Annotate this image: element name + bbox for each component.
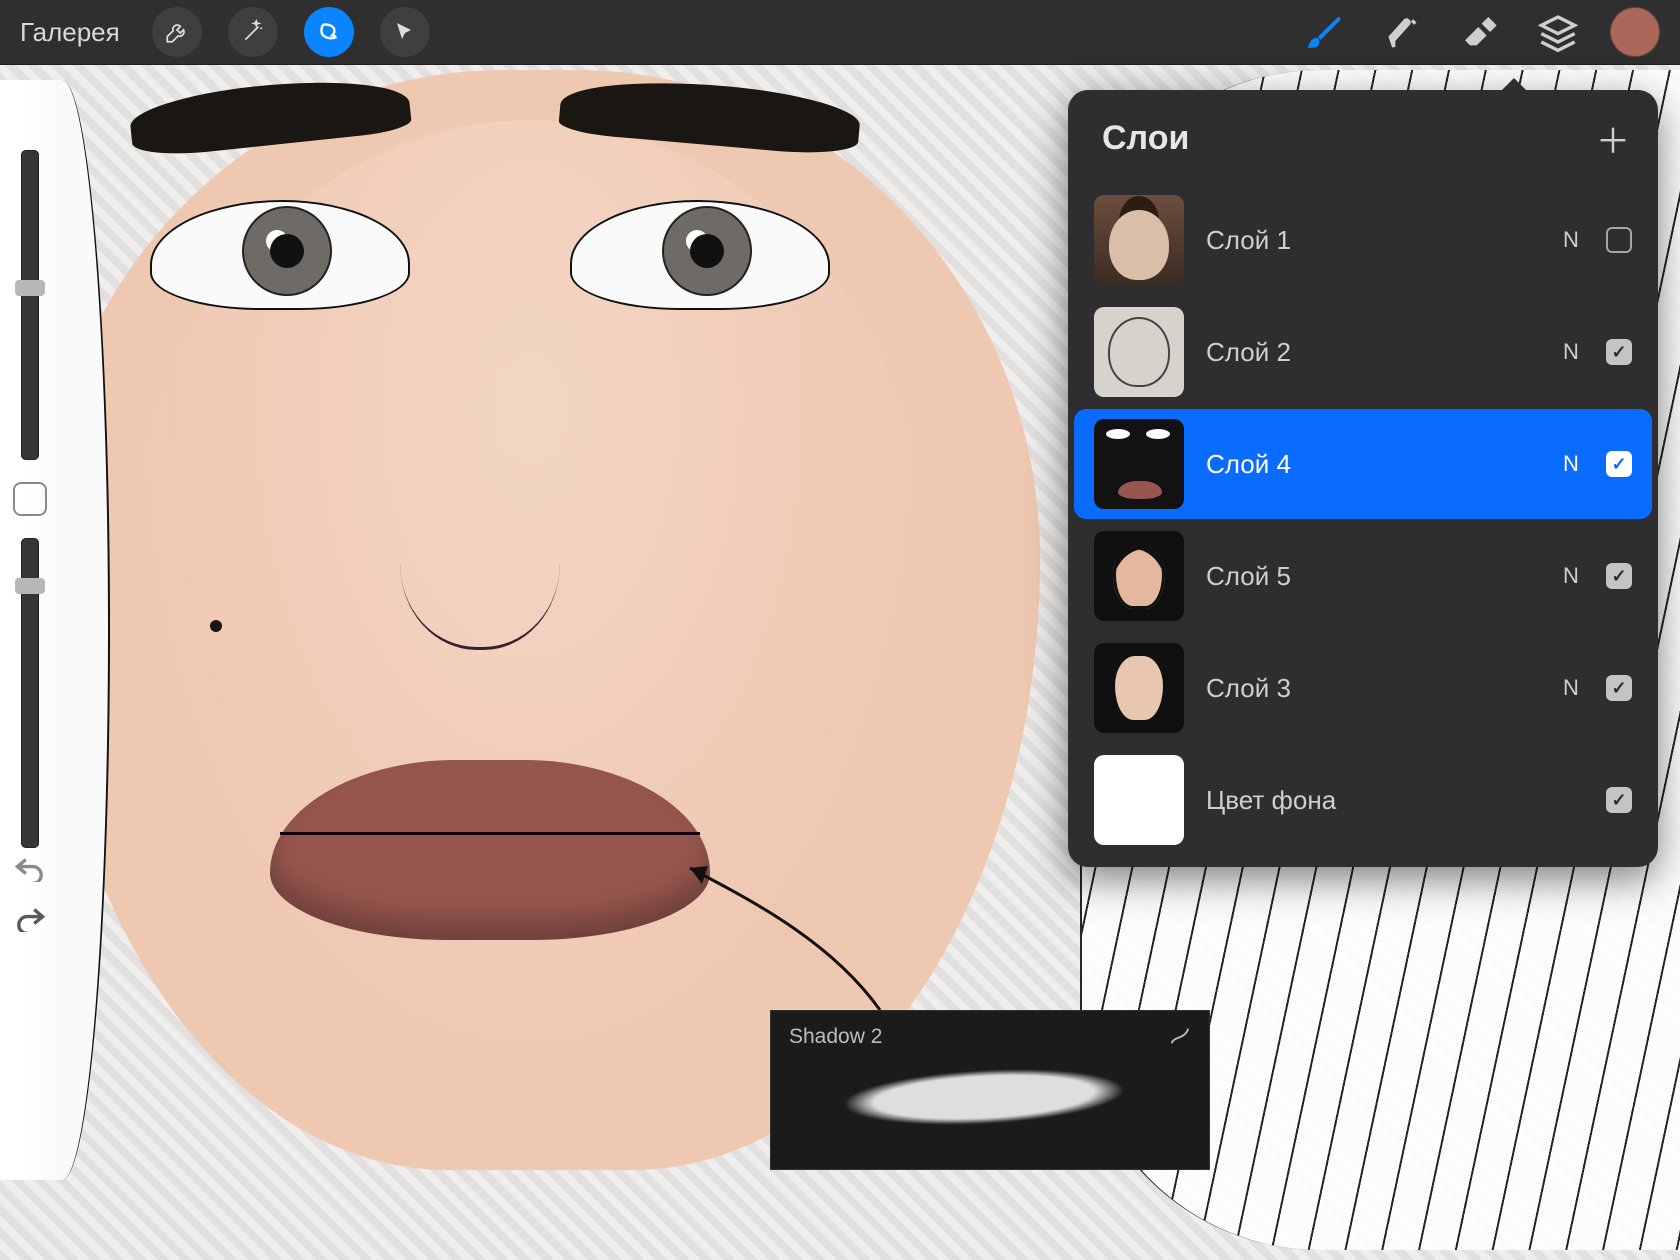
layer-visibility-checkbox[interactable] — [1606, 563, 1632, 589]
wrench-icon[interactable] — [152, 7, 202, 57]
layer-row-background[interactable]: Цвет фона — [1074, 745, 1652, 855]
add-layer-button[interactable]: ＋ — [1596, 114, 1630, 163]
layer-row[interactable]: Слой 2 N — [1074, 297, 1652, 407]
layer-thumbnail — [1094, 307, 1184, 397]
smudge-icon[interactable] — [1376, 6, 1428, 58]
layer-row[interactable]: Слой 4 N — [1074, 409, 1652, 519]
modify-button[interactable] — [13, 482, 47, 516]
layer-row[interactable]: Слой 3 N — [1074, 633, 1652, 743]
gallery-button[interactable]: Галерея — [20, 17, 120, 48]
blend-mode-label[interactable]: N — [1558, 563, 1584, 589]
layer-visibility-checkbox[interactable] — [1606, 227, 1632, 253]
layer-visibility-checkbox[interactable] — [1606, 675, 1632, 701]
blend-mode-label[interactable]: N — [1558, 227, 1584, 253]
layer-thumbnail — [1094, 643, 1184, 733]
layers-panel-title: Слои — [1102, 119, 1189, 158]
layer-visibility-checkbox[interactable] — [1606, 451, 1632, 477]
layer-name-label: Слой 5 — [1206, 561, 1536, 592]
layers-icon[interactable] — [1532, 6, 1584, 58]
undo-icon[interactable] — [13, 854, 47, 882]
layer-visibility-checkbox[interactable] — [1606, 339, 1632, 365]
pointer-icon[interactable] — [380, 7, 430, 57]
layer-thumbnail — [1094, 531, 1184, 621]
layer-thumbnail — [1094, 755, 1184, 845]
brush-size-slider[interactable] — [21, 150, 39, 460]
brush-stroke-icon — [1169, 1025, 1191, 1047]
brush-stroke-preview — [787, 1047, 1181, 1147]
layer-name-label: Цвет фона — [1206, 785, 1536, 816]
layer-name-label: Слой 3 — [1206, 673, 1536, 704]
layers-panel: Слои ＋ Слой 1 N Слой 2 N Слой 4 N Слой 5… — [1068, 90, 1658, 867]
brush-preview-card[interactable]: Shadow 2 — [770, 1010, 1210, 1170]
layer-visibility-checkbox[interactable] — [1606, 787, 1632, 813]
layer-name-label: Слой 1 — [1206, 225, 1536, 256]
brush-icon[interactable] — [1298, 6, 1350, 58]
brush-opacity-slider[interactable] — [21, 538, 39, 848]
redo-icon[interactable] — [13, 904, 47, 932]
layer-name-label: Слой 4 — [1206, 449, 1536, 480]
artwork-lips — [270, 760, 710, 940]
left-sidebar — [0, 150, 60, 848]
color-swatch[interactable] — [1610, 7, 1660, 57]
layer-name-label: Слой 2 — [1206, 337, 1536, 368]
top-toolbar: Галерея — [0, 0, 1680, 64]
layer-thumbnail — [1094, 195, 1184, 285]
eraser-icon[interactable] — [1454, 6, 1506, 58]
layer-row[interactable]: Слой 5 N — [1074, 521, 1652, 631]
blend-mode-label[interactable]: N — [1558, 339, 1584, 365]
blend-mode-label[interactable]: N — [1558, 675, 1584, 701]
selection-icon[interactable] — [304, 7, 354, 57]
wand-icon[interactable] — [228, 7, 278, 57]
layer-thumbnail — [1094, 419, 1184, 509]
brush-name-label: Shadow 2 — [789, 1025, 1191, 1049]
layer-row[interactable]: Слой 1 N — [1074, 185, 1652, 295]
blend-mode-label[interactable]: N — [1558, 451, 1584, 477]
